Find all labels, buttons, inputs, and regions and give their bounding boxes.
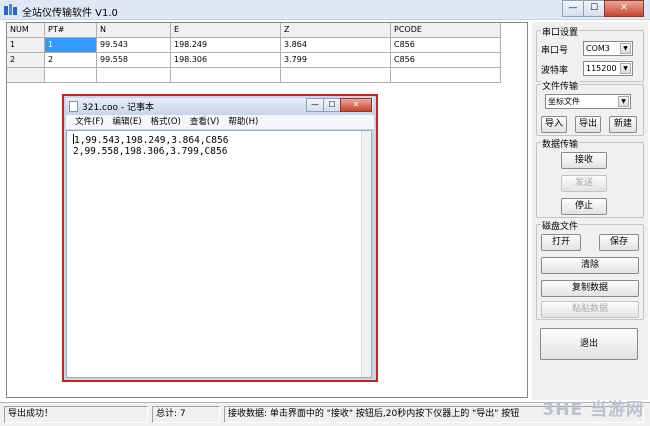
- z-cell[interactable]: 3.799: [281, 53, 391, 68]
- table-row-empty[interactable]: [7, 68, 527, 83]
- import-button[interactable]: 导入: [541, 116, 567, 133]
- menu-view[interactable]: 查看(V): [190, 115, 219, 129]
- pcode-cell[interactable]: C856: [391, 38, 501, 53]
- pcode-cell[interactable]: [391, 68, 501, 83]
- notepad-title-bar[interactable]: 321.coo - 记事本 — ☐ ✕: [66, 98, 374, 114]
- notepad-title: 321.coo - 记事本: [82, 103, 154, 113]
- send-button[interactable]: 发送: [561, 175, 607, 192]
- control-panel: 串口设置 串口号 COM3 ▼ 波特率 115200 ▼ 文件传输 坐标文件 ▼…: [532, 22, 648, 400]
- maximize-icon: ☐: [328, 100, 336, 109]
- notepad-window-controls: — ☐ ✕: [306, 98, 372, 112]
- watermark-logo: 3HE 当游网: [542, 400, 644, 420]
- chevron-down-icon[interactable]: ▼: [618, 96, 629, 107]
- menu-file[interactable]: 文件(F): [75, 115, 104, 129]
- column-header-num[interactable]: NUM: [7, 23, 45, 38]
- row-number-cell: 1: [7, 38, 45, 53]
- file-type-value: 坐标文件: [548, 97, 580, 106]
- status-total: 总计: 7: [152, 406, 220, 423]
- file-type-select[interactable]: 坐标文件 ▼: [545, 94, 631, 109]
- minimize-icon: —: [311, 100, 319, 109]
- port-value: COM3: [586, 44, 610, 53]
- column-header-pcode[interactable]: PCODE: [391, 23, 501, 38]
- notepad-menu-bar: 文件(F) 编辑(E) 格式(O) 查看(V) 帮助(H): [66, 115, 374, 129]
- e-cell[interactable]: 198.306: [171, 53, 281, 68]
- z-cell[interactable]: 3.864: [281, 38, 391, 53]
- window-controls: — ☐ ✕: [562, 0, 644, 18]
- e-cell[interactable]: [171, 68, 281, 83]
- file-transfer-group: 文件传输 坐标文件 ▼ 导入 导出 新建: [536, 79, 644, 136]
- row-number-cell: 2: [7, 53, 45, 68]
- text-line-2: 2,99.558,198.306,3.799,C856: [73, 146, 228, 157]
- n-cell[interactable]: 99.558: [97, 53, 171, 68]
- window-title: 全站仪传输软件 V1.0: [22, 8, 118, 19]
- column-header-z[interactable]: Z: [281, 23, 391, 38]
- maximize-icon: ☐: [589, 3, 599, 13]
- maximize-button[interactable]: ☐: [583, 0, 605, 17]
- notepad-text-area[interactable]: 1,99.543,198.249,3.864,C856 2,99.558,198…: [66, 130, 372, 378]
- column-header-pt[interactable]: PT#: [45, 23, 97, 38]
- status-message: 导出成功！: [4, 406, 148, 423]
- row-number-cell: [7, 68, 45, 83]
- receive-button[interactable]: 接收: [561, 152, 607, 169]
- n-cell[interactable]: [97, 68, 171, 83]
- close-icon: ✕: [352, 100, 360, 109]
- notepad-minimize-button[interactable]: —: [306, 98, 324, 112]
- table-row[interactable]: 1 1 99.543 198.249 3.864 C856: [7, 38, 527, 53]
- n-cell[interactable]: 99.543: [97, 38, 171, 53]
- export-button[interactable]: 导出: [575, 116, 601, 133]
- serial-settings-title: 串口设置: [541, 25, 580, 38]
- copy-data-button[interactable]: 复制数据: [541, 280, 639, 297]
- exit-button[interactable]: 退出: [540, 328, 638, 360]
- save-button[interactable]: 保存: [599, 234, 639, 251]
- port-label: 串口号: [541, 46, 569, 56]
- pcode-cell[interactable]: C856: [391, 53, 501, 68]
- port-select[interactable]: COM3 ▼: [583, 41, 633, 56]
- menu-edit[interactable]: 编辑(E): [113, 115, 142, 129]
- selected-cell[interactable]: 1: [45, 38, 97, 53]
- file-transfer-title: 文件传输: [541, 79, 580, 92]
- vertical-scrollbar[interactable]: [361, 131, 371, 377]
- e-cell[interactable]: 198.249: [171, 38, 281, 53]
- new-button[interactable]: 新建: [609, 116, 637, 133]
- title-bar: 全站仪传输软件 V1.0 — ☐ ✕: [0, 0, 650, 20]
- notepad-maximize-button[interactable]: ☐: [323, 98, 341, 112]
- pt-cell[interactable]: [45, 68, 97, 83]
- close-icon: ✕: [620, 3, 628, 13]
- disk-file-group: 磁盘文件 打开 保存 清除 复制数据 粘贴数据: [536, 219, 644, 320]
- baud-select[interactable]: 115200 ▼: [583, 61, 633, 76]
- z-cell[interactable]: [281, 68, 391, 83]
- baud-value: 115200: [586, 64, 617, 73]
- minimize-button[interactable]: —: [562, 0, 584, 17]
- table-row[interactable]: 2 2 99.558 198.306 3.799 C856: [7, 53, 527, 68]
- text-line-1: 1,99.543,198.249,3.864,C856: [74, 135, 229, 146]
- notepad-window[interactable]: 321.coo - 记事本 — ☐ ✕ 文件(F) 编辑(E) 格式(O) 查看…: [62, 94, 378, 382]
- chevron-down-icon[interactable]: ▼: [620, 63, 631, 74]
- stop-button[interactable]: 停止: [561, 198, 607, 215]
- clear-button[interactable]: 清除: [541, 257, 639, 274]
- disk-file-title: 磁盘文件: [541, 219, 580, 232]
- paste-data-button[interactable]: 粘贴数据: [541, 301, 639, 318]
- menu-help[interactable]: 帮助(H): [228, 115, 258, 129]
- grid-header-row: NUM PT# N E Z PCODE: [7, 23, 527, 38]
- notepad-icon: [69, 101, 78, 112]
- app-icon: [4, 4, 17, 15]
- menu-format[interactable]: 格式(O): [151, 115, 181, 129]
- notepad-close-button[interactable]: ✕: [340, 98, 372, 112]
- minimize-icon: —: [568, 3, 578, 13]
- data-transfer-group: 数据传输 接收 发送 停止: [536, 137, 644, 218]
- close-button[interactable]: ✕: [604, 0, 644, 17]
- baud-label: 波特率: [541, 66, 569, 76]
- text-line: 1,99.543,198.249,3.864,C856: [73, 134, 371, 146]
- pt-cell[interactable]: 2: [45, 53, 97, 68]
- serial-settings-group: 串口设置 串口号 COM3 ▼ 波特率 115200 ▼: [536, 25, 644, 82]
- chevron-down-icon[interactable]: ▼: [620, 43, 631, 54]
- column-header-e[interactable]: E: [171, 23, 281, 38]
- column-header-n[interactable]: N: [97, 23, 171, 38]
- open-button[interactable]: 打开: [541, 234, 581, 251]
- data-transfer-title: 数据传输: [541, 137, 580, 150]
